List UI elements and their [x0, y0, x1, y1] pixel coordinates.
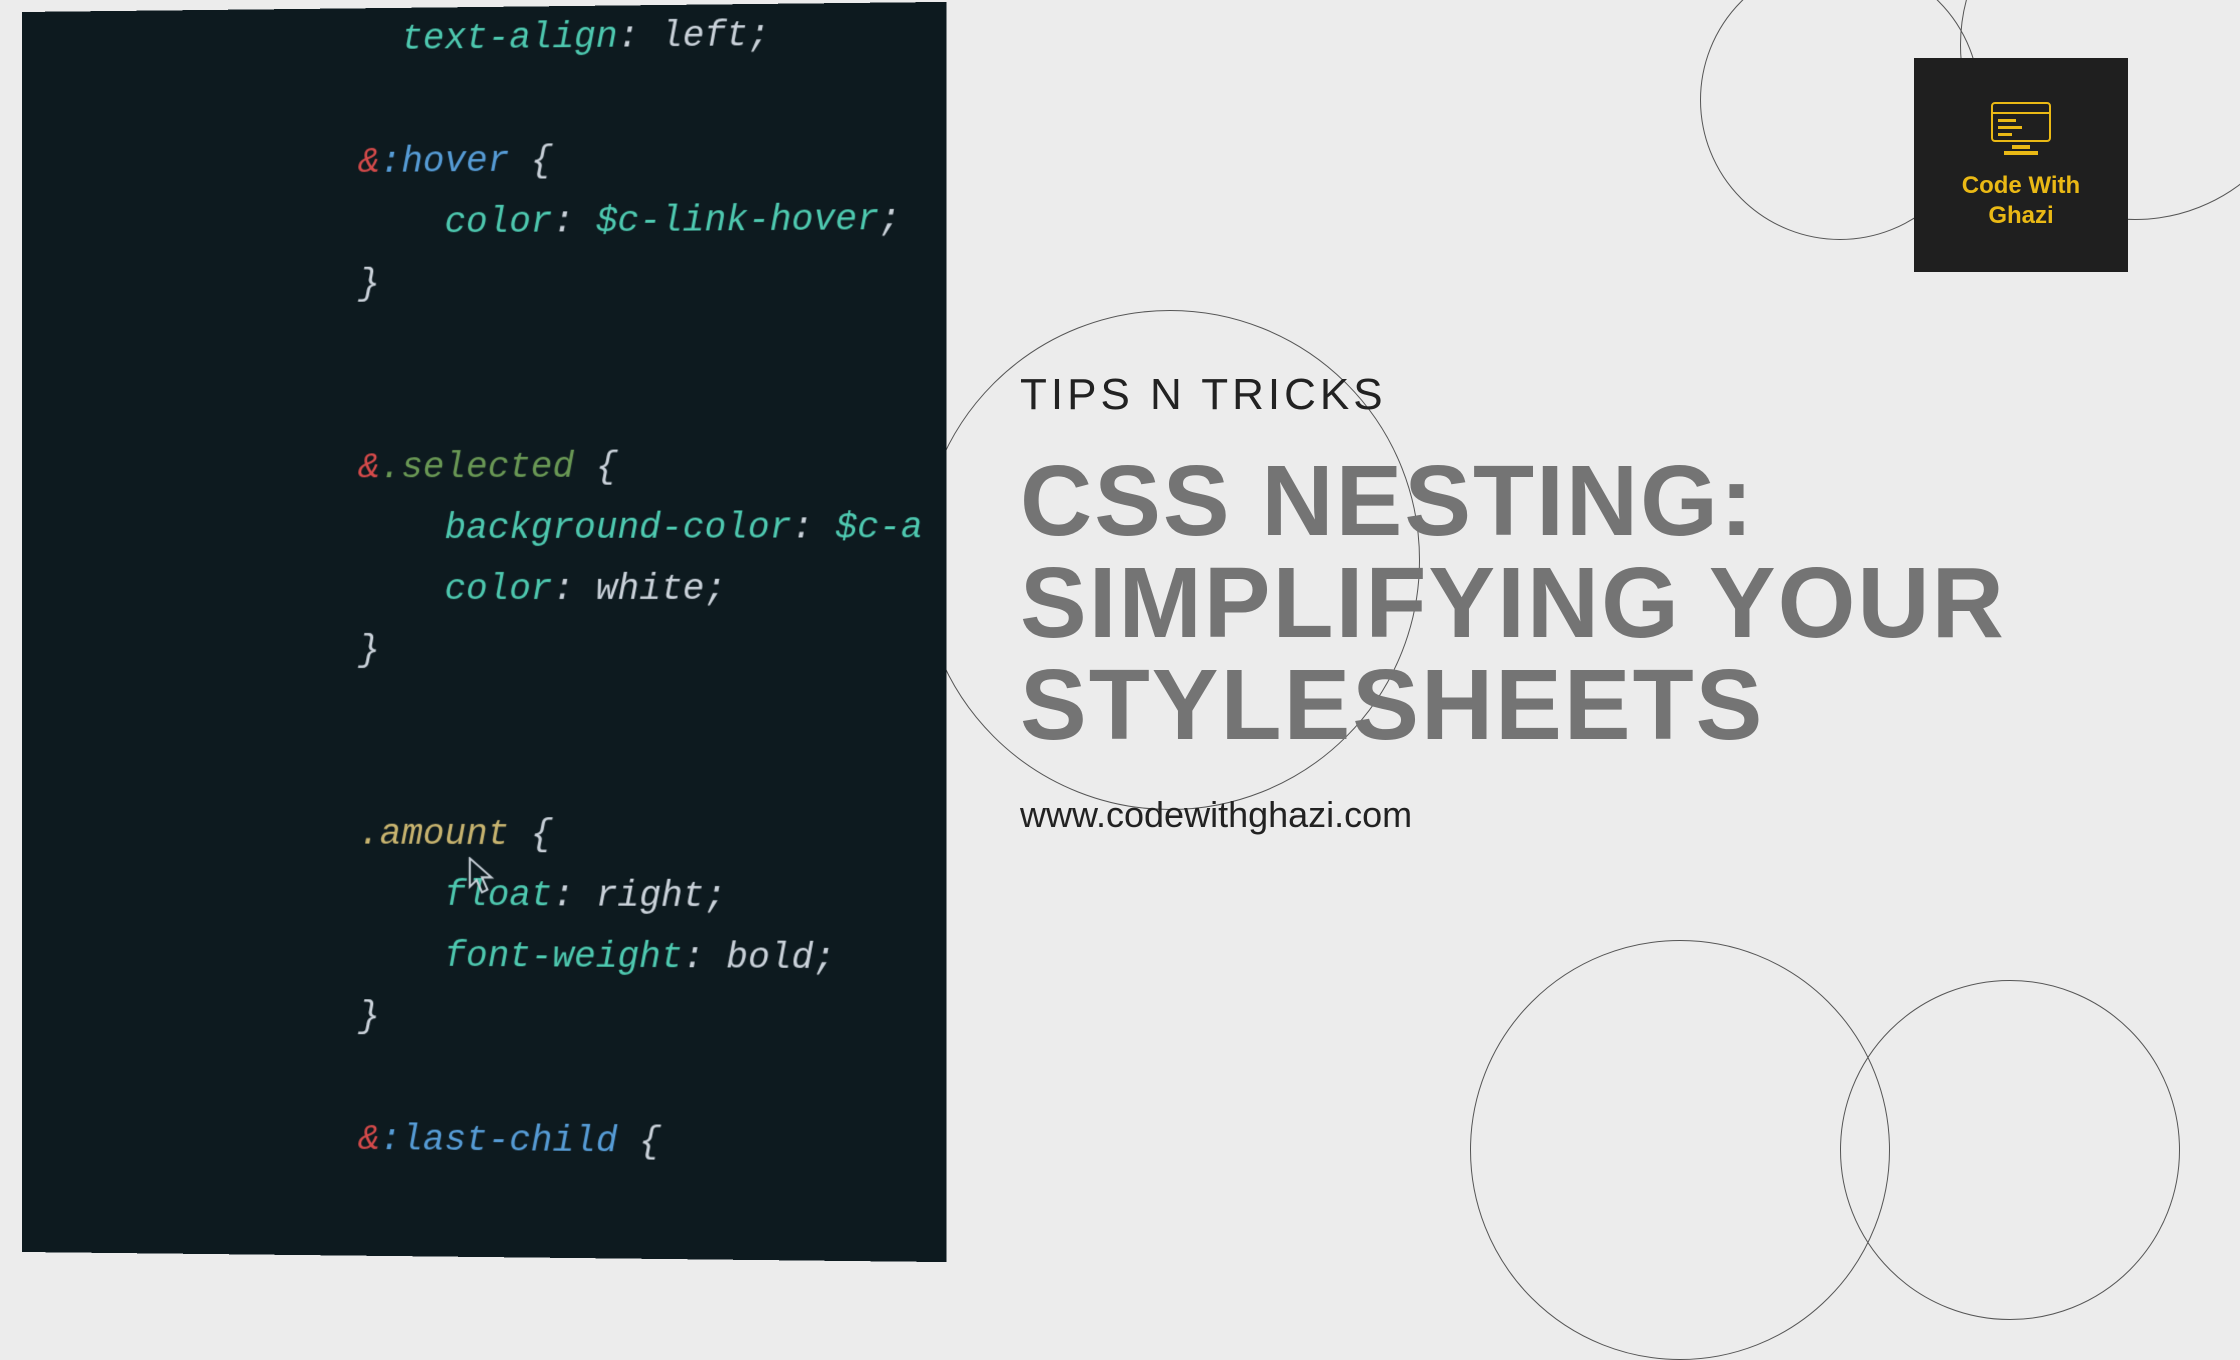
decorative-circle	[1470, 940, 1890, 1360]
brand-logo: Code With Ghazi	[1914, 58, 2128, 272]
code-token: color	[444, 569, 552, 610]
brand-name-line: Code With	[1962, 172, 2080, 199]
code-token: color	[444, 201, 552, 243]
code-token: font-weight	[444, 936, 682, 978]
code-token: .selected	[380, 446, 574, 488]
content-panel: TIPS N TRICKS CSS NESTING: SIMPLIFYING Y…	[1020, 370, 2120, 836]
code-token: :hover	[380, 140, 509, 182]
code-token: &	[358, 447, 380, 488]
code-token: text-align	[401, 17, 617, 60]
code-token: bold	[726, 937, 813, 979]
code-token: :last-child	[380, 1119, 618, 1162]
code-token: white	[596, 569, 705, 610]
website-url: www.codewithghazi.com	[1020, 794, 2120, 836]
code-token: background-color	[444, 507, 791, 549]
code-snippet-panel: padding: 4px 6px; text-align: left; &:ho…	[22, 2, 946, 1262]
code-token: &	[358, 1119, 380, 1160]
code-token: right	[596, 875, 705, 917]
code-token: left	[661, 15, 748, 57]
subtitle: TIPS N TRICKS	[1020, 370, 2120, 420]
code-token: &	[358, 141, 380, 182]
headline: CSS NESTING: SIMPLIFYING YOUR STYLESHEET…	[1020, 450, 2120, 756]
code-block: padding: 4px 6px; text-align: left; &:ho…	[358, 2, 946, 1175]
code-token: .amount	[358, 813, 509, 854]
code-token: $c-link-hover	[596, 199, 879, 242]
brand-name-line: Ghazi	[1988, 202, 2053, 229]
decorative-circle	[1840, 980, 2180, 1320]
code-token: $c-a	[835, 507, 923, 548]
brand-name: Code With Ghazi	[1962, 171, 2080, 231]
code-token: float	[444, 875, 552, 917]
computer-icon	[1986, 99, 2056, 157]
